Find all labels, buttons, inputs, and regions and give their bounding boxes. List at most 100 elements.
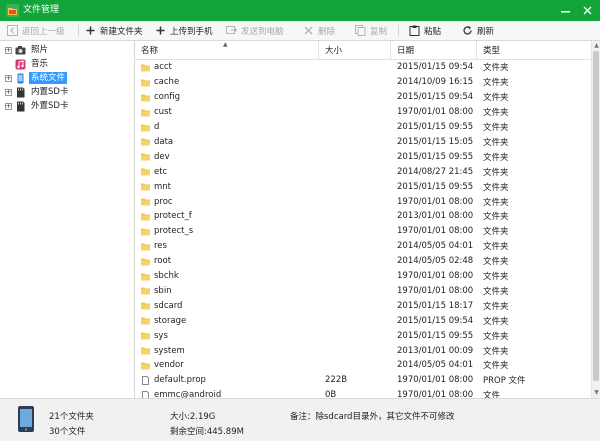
folder-icon bbox=[141, 302, 150, 310]
folder-row[interactable]: config 2015/01/15 09:54 文件夹 bbox=[135, 90, 591, 105]
folder-icon bbox=[141, 109, 150, 117]
minimize-icon bbox=[560, 11, 570, 13]
tree-item-label: 系统文件 bbox=[29, 72, 68, 84]
phone-device-icon bbox=[18, 406, 34, 432]
file-name: etc bbox=[154, 166, 168, 177]
folder-row[interactable]: etc 2014/08/27 21:45 文件夹 bbox=[135, 164, 591, 179]
file-name-cell: d bbox=[141, 120, 159, 135]
file-name: cache bbox=[154, 77, 180, 88]
file-icon bbox=[142, 390, 149, 398]
column-header-name[interactable]: 名称 ▲ bbox=[135, 41, 319, 59]
file-date: 2015/01/15 09:54 bbox=[397, 315, 474, 326]
column-header-size[interactable]: 大小 bbox=[319, 41, 391, 59]
column-date-label: 日期 bbox=[397, 46, 415, 56]
file-type: 文件夹 bbox=[483, 272, 509, 283]
folder-row[interactable]: res 2014/05/05 04:01 文件夹 bbox=[135, 239, 591, 254]
scroll-down-icon[interactable]: ▼ bbox=[593, 389, 600, 397]
scrollbar-thumb[interactable] bbox=[593, 51, 599, 381]
delete-button[interactable]: 删除 bbox=[302, 21, 335, 40]
back-button[interactable]: 返回上一级 bbox=[6, 21, 65, 40]
folder-row[interactable]: sbin 1970/01/01 08:00 文件夹 bbox=[135, 284, 591, 299]
folder-row[interactable]: dev 2015/01/15 09:55 文件夹 bbox=[135, 149, 591, 164]
folder-icon bbox=[141, 183, 150, 191]
column-header-date[interactable]: 日期 bbox=[391, 41, 477, 59]
folder-row[interactable]: cache 2014/10/09 16:15 文件夹 bbox=[135, 75, 591, 90]
folder-icon bbox=[141, 213, 150, 221]
music-icon bbox=[15, 59, 26, 69]
folder-icon bbox=[141, 347, 150, 355]
tree-item-music[interactable]: 音乐 bbox=[0, 57, 50, 71]
expand-icon[interactable]: + bbox=[5, 88, 12, 96]
expand-icon[interactable]: + bbox=[5, 46, 12, 54]
folder-row[interactable]: sdcard 2015/01/15 18:17 文件夹 bbox=[135, 298, 591, 313]
refresh-button[interactable]: 刷新 bbox=[461, 21, 494, 40]
column-type-label: 类型 bbox=[483, 46, 501, 56]
folder-row[interactable]: mnt 2015/01/15 09:55 文件夹 bbox=[135, 179, 591, 194]
file-type: 文件夹 bbox=[483, 108, 509, 119]
vertical-scrollbar[interactable]: ▲ ▼ bbox=[591, 41, 600, 398]
file-name-cell: acct bbox=[141, 60, 172, 75]
send-to-pc-button[interactable]: 发送到电脑 bbox=[225, 21, 284, 40]
folder-icon bbox=[141, 79, 150, 87]
close-button[interactable] bbox=[576, 0, 598, 21]
folder-row[interactable]: cust 1970/01/01 08:00 文件夹 bbox=[135, 105, 591, 120]
folder-row[interactable]: vendor 2014/05/05 04:01 文件夹 bbox=[135, 358, 591, 373]
file-name: sdcard bbox=[154, 300, 183, 311]
tree-item-photos[interactable]: + 照片 bbox=[0, 43, 50, 57]
folder-row[interactable]: acct 2015/01/15 09:54 文件夹 bbox=[135, 60, 591, 75]
file-date: 2014/10/09 16:15 bbox=[397, 77, 474, 88]
folder-row[interactable]: data 2015/01/15 15:05 文件夹 bbox=[135, 135, 591, 150]
expand-icon[interactable]: + bbox=[5, 102, 12, 110]
file-type: 文件夹 bbox=[483, 361, 509, 372]
folder-row[interactable]: protect_s 1970/01/01 08:00 文件夹 bbox=[135, 224, 591, 239]
column-header-type[interactable]: 类型 bbox=[477, 41, 591, 59]
folder-row[interactable]: proc 1970/01/01 08:00 文件夹 bbox=[135, 194, 591, 209]
file-size: 222B bbox=[325, 375, 348, 386]
upload-to-phone-button[interactable]: 上传到手机 bbox=[154, 21, 213, 40]
file-row[interactable]: emmc@android 0B 1970/01/01 08:00 文件 bbox=[135, 388, 591, 398]
file-name: cust bbox=[154, 107, 172, 118]
folder-row[interactable]: sys 2015/01/15 09:55 文件夹 bbox=[135, 328, 591, 343]
minimize-button[interactable] bbox=[554, 0, 576, 21]
copy-button[interactable]: 复制 bbox=[354, 21, 387, 40]
file-name-cell: dev bbox=[141, 149, 170, 164]
file-type: 文件夹 bbox=[483, 212, 509, 223]
paste-button[interactable]: 粘贴 bbox=[408, 21, 441, 40]
new-folder-button[interactable]: 新建文件夹 bbox=[84, 21, 143, 40]
window-title: 文件管理 bbox=[23, 5, 60, 15]
tree-item-internal-sd[interactable]: + 内置SD卡 bbox=[0, 85, 70, 99]
file-name-cell: root bbox=[141, 254, 171, 269]
file-type: 文件 bbox=[483, 391, 501, 398]
folder-icon bbox=[141, 94, 150, 102]
expand-icon[interactable]: + bbox=[5, 74, 12, 82]
copy-label: 复制 bbox=[370, 26, 388, 37]
tree-item-external-sd[interactable]: + 外置SD卡 bbox=[0, 99, 70, 113]
file-name-cell: system bbox=[141, 343, 185, 358]
folder-row[interactable]: d 2015/01/15 09:55 文件夹 bbox=[135, 120, 591, 135]
folder-icon bbox=[141, 168, 150, 176]
tree-item-label: 音乐 bbox=[31, 59, 49, 69]
folder-tree: + 照片 音乐 + 系统文件 + 内置SD卡 + 外置SD卡 bbox=[0, 41, 135, 398]
file-name-cell: default.prop bbox=[141, 373, 206, 388]
file-type: 文件夹 bbox=[483, 167, 509, 178]
toolbar-divider bbox=[398, 25, 399, 36]
folder-icon bbox=[141, 287, 150, 295]
toolbar-divider bbox=[78, 25, 79, 36]
tree-item-system-files[interactable]: + 系统文件 bbox=[0, 71, 68, 85]
scroll-up-icon[interactable]: ▲ bbox=[593, 42, 600, 50]
file-date: 1970/01/01 08:00 bbox=[397, 285, 474, 296]
file-row[interactable]: default.prop 222B 1970/01/01 08:00 PROP 文件 bbox=[135, 373, 591, 388]
column-name-label: 名称 bbox=[141, 46, 159, 56]
folder-row[interactable]: storage 2015/01/15 09:54 文件夹 bbox=[135, 313, 591, 328]
folder-icon bbox=[141, 273, 150, 281]
folder-row[interactable]: sbchk 1970/01/01 08:00 文件夹 bbox=[135, 269, 591, 284]
file-name: protect_s bbox=[154, 226, 194, 237]
file-name: root bbox=[154, 256, 172, 267]
folder-row[interactable]: system 2013/01/01 00:09 文件夹 bbox=[135, 343, 591, 358]
folder-row[interactable]: root 2014/05/05 02:48 文件夹 bbox=[135, 254, 591, 269]
file-type: 文件夹 bbox=[483, 197, 509, 208]
folder-row[interactable]: protect_f 2013/01/01 08:00 文件夹 bbox=[135, 209, 591, 224]
file-name: protect_f bbox=[154, 211, 192, 222]
send-icon bbox=[225, 25, 237, 37]
total-size: 大小:2.19G bbox=[170, 412, 216, 422]
